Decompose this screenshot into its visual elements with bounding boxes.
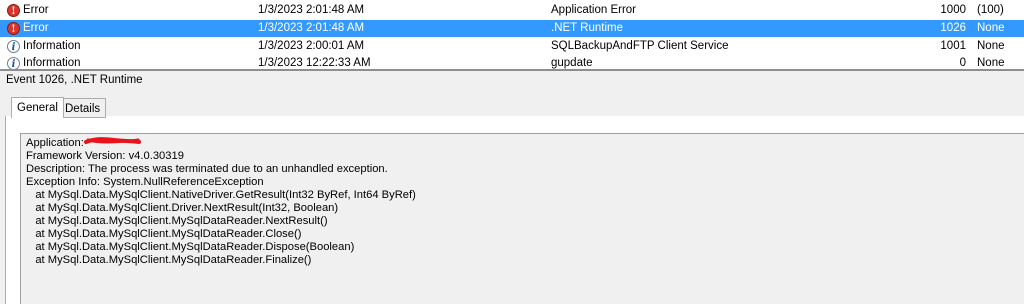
information-icon: i xyxy=(7,57,20,69)
event-description-text: Application: Framework Version: v4.0.303… xyxy=(26,137,416,267)
tab-details[interactable]: Details xyxy=(59,98,107,118)
event-date: 1/3/2023 2:01:48 AM xyxy=(258,22,365,34)
event-row-selected[interactable]: ! Error 1/3/2023 2:01:48 AM .NET Runtime… xyxy=(0,20,1024,37)
event-date: 1/3/2023 2:01:48 AM xyxy=(258,4,365,16)
event-source: Application Error xyxy=(551,4,637,16)
event-id: 1001 xyxy=(940,40,966,52)
event-category: None xyxy=(977,22,1005,34)
event-list[interactable]: ! Error 1/3/2023 2:01:48 AM Application … xyxy=(0,0,1024,69)
information-icon: i xyxy=(7,40,20,53)
event-category: None xyxy=(977,40,1005,52)
event-row[interactable]: ! Error 1/3/2023 2:01:48 AM Application … xyxy=(0,2,1024,19)
event-date: 1/3/2023 2:00:01 AM xyxy=(258,40,365,52)
event-category: None xyxy=(977,57,1005,69)
event-level: Information xyxy=(23,57,81,69)
event-level: Information xyxy=(23,40,81,52)
tab-general[interactable]: General xyxy=(11,97,64,118)
event-source: .NET Runtime xyxy=(551,22,624,34)
event-level: Error xyxy=(23,22,49,34)
redaction-scribble xyxy=(84,137,141,144)
event-id: 0 xyxy=(959,57,966,69)
description-line: at MySql.Data.MySqlClient.MySqlDataReade… xyxy=(26,254,312,266)
event-detail-title: Event 1026, .NET Runtime xyxy=(6,74,143,86)
description-line: Description: The process was terminated … xyxy=(26,163,388,175)
error-icon: ! xyxy=(7,4,20,17)
description-line: Exception Info: System.NullReferenceExce… xyxy=(26,176,264,188)
event-source: gupdate xyxy=(551,57,593,69)
description-line: at MySql.Data.MySqlClient.Driver.NextRes… xyxy=(26,202,339,214)
event-date: 1/3/2023 12:22:33 AM xyxy=(258,57,371,69)
event-source: SQLBackupAndFTP Client Service xyxy=(551,40,729,52)
description-line: at MySql.Data.MySqlClient.MySqlDataReade… xyxy=(26,241,355,253)
event-category: (100) xyxy=(977,4,1004,16)
error-icon: ! xyxy=(7,22,20,35)
description-line: at MySql.Data.MySqlClient.MySqlDataReade… xyxy=(26,228,302,240)
event-row[interactable]: i Information 1/3/2023 12:22:33 AM gupda… xyxy=(0,55,1024,69)
description-line: at MySql.Data.MySqlClient.NativeDriver.G… xyxy=(26,189,416,201)
event-level: Error xyxy=(23,4,49,16)
event-id: 1026 xyxy=(940,22,966,34)
description-line: Framework Version: v4.0.30319 xyxy=(26,150,184,162)
description-line: at MySql.Data.MySqlClient.MySqlDataReade… xyxy=(26,215,328,227)
event-row[interactable]: i Information 1/3/2023 2:00:01 AM SQLBac… xyxy=(0,38,1024,55)
event-id: 1000 xyxy=(940,4,966,16)
